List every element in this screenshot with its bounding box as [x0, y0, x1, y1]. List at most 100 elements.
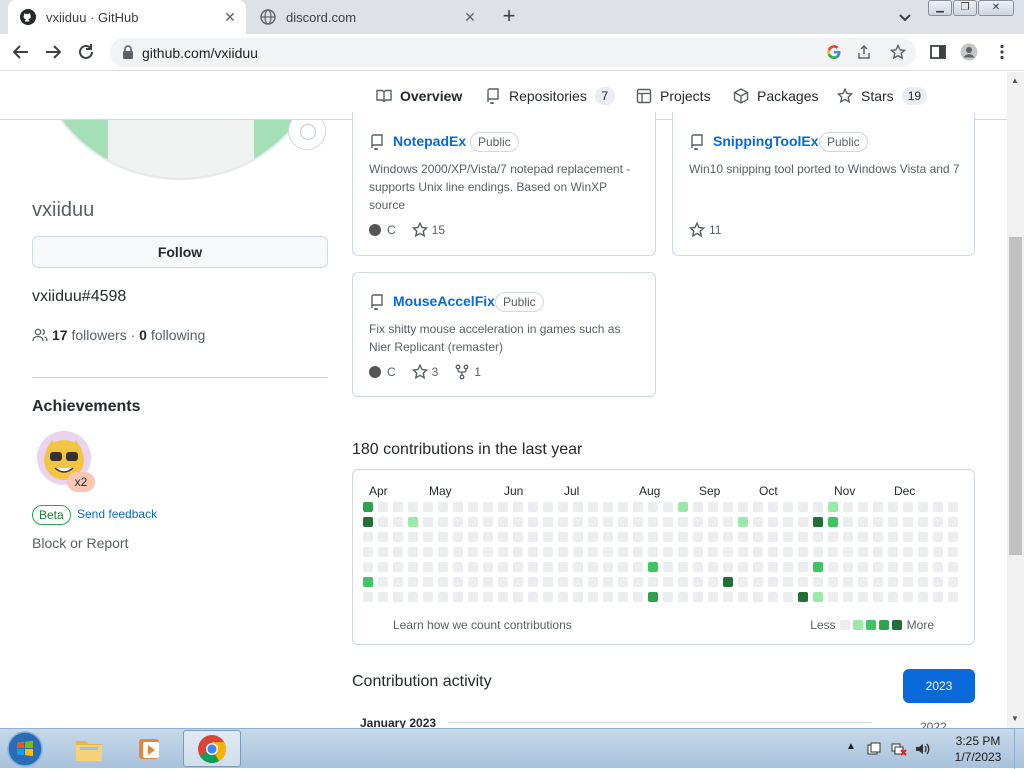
- contribution-day[interactable]: [678, 562, 688, 572]
- contribution-day[interactable]: [648, 517, 658, 527]
- contribution-day[interactable]: [768, 502, 778, 512]
- contribution-day[interactable]: [858, 592, 868, 602]
- follow-button[interactable]: Follow: [32, 236, 328, 268]
- contribution-day[interactable]: [753, 547, 763, 557]
- contribution-day[interactable]: [408, 502, 418, 512]
- contribution-day[interactable]: [558, 517, 568, 527]
- forward-icon[interactable]: [44, 43, 62, 61]
- contribution-day[interactable]: [483, 532, 493, 542]
- contribution-day[interactable]: [588, 532, 598, 542]
- repo-stars[interactable]: 15: [411, 222, 445, 238]
- contribution-day[interactable]: [603, 592, 613, 602]
- contribution-day[interactable]: [768, 577, 778, 587]
- contribution-day[interactable]: [498, 592, 508, 602]
- contribution-day[interactable]: [528, 502, 538, 512]
- contribution-day[interactable]: [858, 502, 868, 512]
- contribution-day[interactable]: [453, 577, 463, 587]
- scroll-up-arrow-icon[interactable]: ▲: [1011, 76, 1019, 85]
- contribution-day[interactable]: [873, 517, 883, 527]
- contribution-day[interactable]: [543, 592, 553, 602]
- contribution-day[interactable]: [633, 502, 643, 512]
- contribution-day[interactable]: [588, 592, 598, 602]
- contribution-day[interactable]: [948, 502, 958, 512]
- contribution-day[interactable]: [873, 547, 883, 557]
- contribution-day[interactable]: [393, 547, 403, 557]
- contribution-day[interactable]: [843, 562, 853, 572]
- contribution-day[interactable]: [363, 532, 373, 542]
- contribution-day[interactable]: [933, 547, 943, 557]
- contribution-day[interactable]: [633, 562, 643, 572]
- repo-link[interactable]: MouseAccelFix: [393, 293, 495, 309]
- contribution-day[interactable]: [798, 562, 808, 572]
- contribution-day[interactable]: [723, 547, 733, 557]
- contribution-day[interactable]: [888, 547, 898, 557]
- contribution-day[interactable]: [498, 547, 508, 557]
- contribution-day[interactable]: [468, 562, 478, 572]
- followers-label[interactable]: followers: [71, 327, 126, 343]
- contribution-day[interactable]: [678, 577, 688, 587]
- contribution-day[interactable]: [648, 532, 658, 542]
- contribution-day[interactable]: [618, 577, 628, 587]
- contribution-day[interactable]: [378, 502, 388, 512]
- contribution-day[interactable]: [648, 592, 658, 602]
- contribution-day[interactable]: [498, 502, 508, 512]
- contribution-day[interactable]: [408, 547, 418, 557]
- contribution-day[interactable]: [393, 577, 403, 587]
- address-bar[interactable]: github.com/vxiiduu: [110, 38, 916, 67]
- contribution-day[interactable]: [903, 532, 913, 542]
- contribution-day[interactable]: [453, 502, 463, 512]
- taskbar-chrome[interactable]: [183, 730, 241, 767]
- contribution-day[interactable]: [483, 592, 493, 602]
- contribution-day[interactable]: [528, 547, 538, 557]
- contribution-day[interactable]: [693, 532, 703, 542]
- block-or-report-link[interactable]: Block or Report: [32, 535, 128, 551]
- contribution-day[interactable]: [453, 547, 463, 557]
- contribution-day[interactable]: [543, 532, 553, 542]
- contribution-day[interactable]: [438, 547, 448, 557]
- contribution-day[interactable]: [918, 517, 928, 527]
- followers-count[interactable]: 17: [52, 327, 68, 343]
- contribution-day[interactable]: [708, 502, 718, 512]
- contribution-day[interactable]: [513, 517, 523, 527]
- close-tab-icon[interactable]: ✕: [222, 9, 238, 25]
- contribution-day[interactable]: [798, 502, 808, 512]
- contribution-day[interactable]: [483, 517, 493, 527]
- contribution-day[interactable]: [888, 502, 898, 512]
- contribution-day[interactable]: [573, 517, 583, 527]
- contribution-day[interactable]: [618, 562, 628, 572]
- contribution-day[interactable]: [393, 517, 403, 527]
- contribution-day[interactable]: [678, 592, 688, 602]
- contribution-day[interactable]: [948, 532, 958, 542]
- contribution-day[interactable]: [888, 532, 898, 542]
- contribution-day[interactable]: [393, 532, 403, 542]
- contribution-day[interactable]: [408, 517, 418, 527]
- contribution-day[interactable]: [783, 592, 793, 602]
- contribution-day[interactable]: [498, 577, 508, 587]
- contribution-day[interactable]: [813, 562, 823, 572]
- contribution-day[interactable]: [423, 562, 433, 572]
- contribution-day[interactable]: [483, 547, 493, 557]
- contribution-day[interactable]: [783, 517, 793, 527]
- contribution-day[interactable]: [918, 502, 928, 512]
- contribution-day[interactable]: [468, 577, 478, 587]
- menu-icon[interactable]: [993, 43, 1011, 61]
- page-scrollbar[interactable]: ▲ ▼: [1007, 72, 1024, 728]
- share-icon[interactable]: [856, 44, 872, 60]
- contribution-day[interactable]: [783, 562, 793, 572]
- contribution-day[interactable]: [573, 502, 583, 512]
- contribution-day[interactable]: [378, 532, 388, 542]
- contribution-day[interactable]: [543, 502, 553, 512]
- contribution-day[interactable]: [693, 577, 703, 587]
- contribution-day[interactable]: [708, 547, 718, 557]
- contribution-day[interactable]: [933, 562, 943, 572]
- contribution-day[interactable]: [933, 517, 943, 527]
- contribution-day[interactable]: [588, 517, 598, 527]
- contribution-day[interactable]: [783, 532, 793, 542]
- contribution-day[interactable]: [948, 517, 958, 527]
- contribution-day[interactable]: [888, 577, 898, 587]
- contribution-day[interactable]: [873, 532, 883, 542]
- contribution-day[interactable]: [723, 532, 733, 542]
- contribution-day[interactable]: [693, 592, 703, 602]
- contribution-day[interactable]: [603, 502, 613, 512]
- profile-icon[interactable]: [960, 43, 978, 61]
